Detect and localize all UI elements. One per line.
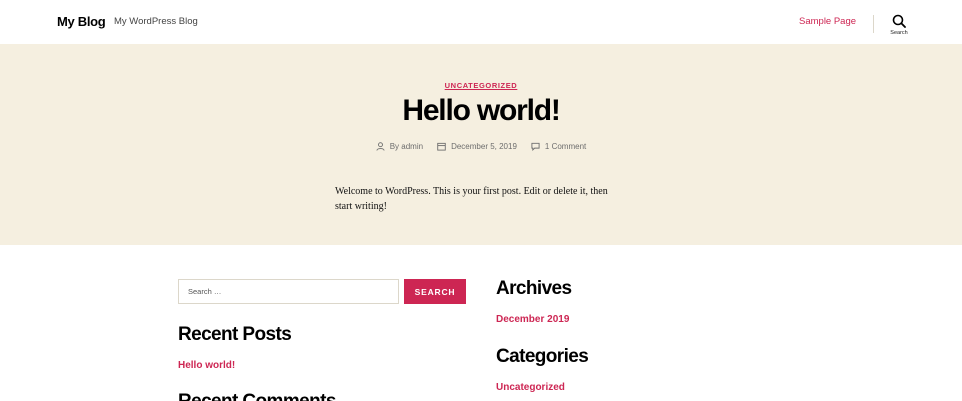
- site-title[interactable]: My Blog: [57, 14, 106, 29]
- post-meta: By admin December 5, 2019 1 Comment: [0, 142, 962, 151]
- entry-category: UNCATEGORIZED: [0, 75, 962, 93]
- site-header: My Blog My WordPress Blog Sample Page Se…: [0, 0, 962, 44]
- category-widget-link[interactable]: Uncategorized: [496, 382, 565, 393]
- recent-post-link[interactable]: Hello world!: [178, 360, 235, 371]
- search-input[interactable]: Search …: [178, 279, 399, 304]
- search-toggle-button[interactable]: Search: [884, 14, 914, 40]
- site-description: My WordPress Blog: [114, 16, 198, 27]
- post-author: By admin: [376, 142, 423, 151]
- post-date-link[interactable]: December 5, 2019: [451, 142, 517, 151]
- header-separator: [873, 15, 874, 33]
- post-date: December 5, 2019: [437, 142, 517, 151]
- search-icon: [892, 14, 906, 28]
- search-submit-button[interactable]: SEARCH: [404, 279, 466, 304]
- archives-title: Archives: [496, 278, 572, 299]
- post-title[interactable]: Hello world!: [0, 94, 962, 128]
- recent-posts-title: Recent Posts: [178, 324, 292, 345]
- nav-item-sample-page[interactable]: Sample Page: [799, 16, 856, 27]
- archive-link[interactable]: December 2019: [496, 314, 569, 325]
- calendar-icon: [437, 142, 446, 151]
- category-link[interactable]: UNCATEGORIZED: [445, 81, 518, 90]
- entry-header: UNCATEGORIZED Hello world! By admin Dece…: [0, 44, 962, 245]
- post-content: Welcome to WordPress. This is your first…: [335, 186, 608, 212]
- comment-icon: [531, 142, 540, 151]
- recent-comments-title: Recent Comments: [178, 391, 336, 401]
- post-comments-link[interactable]: 1 Comment: [545, 142, 586, 151]
- search-toggle-label: Search: [890, 30, 908, 36]
- categories-title: Categories: [496, 346, 589, 367]
- post-comments: 1 Comment: [531, 142, 586, 151]
- user-icon: [376, 142, 385, 151]
- post-author-link[interactable]: By admin: [390, 142, 423, 151]
